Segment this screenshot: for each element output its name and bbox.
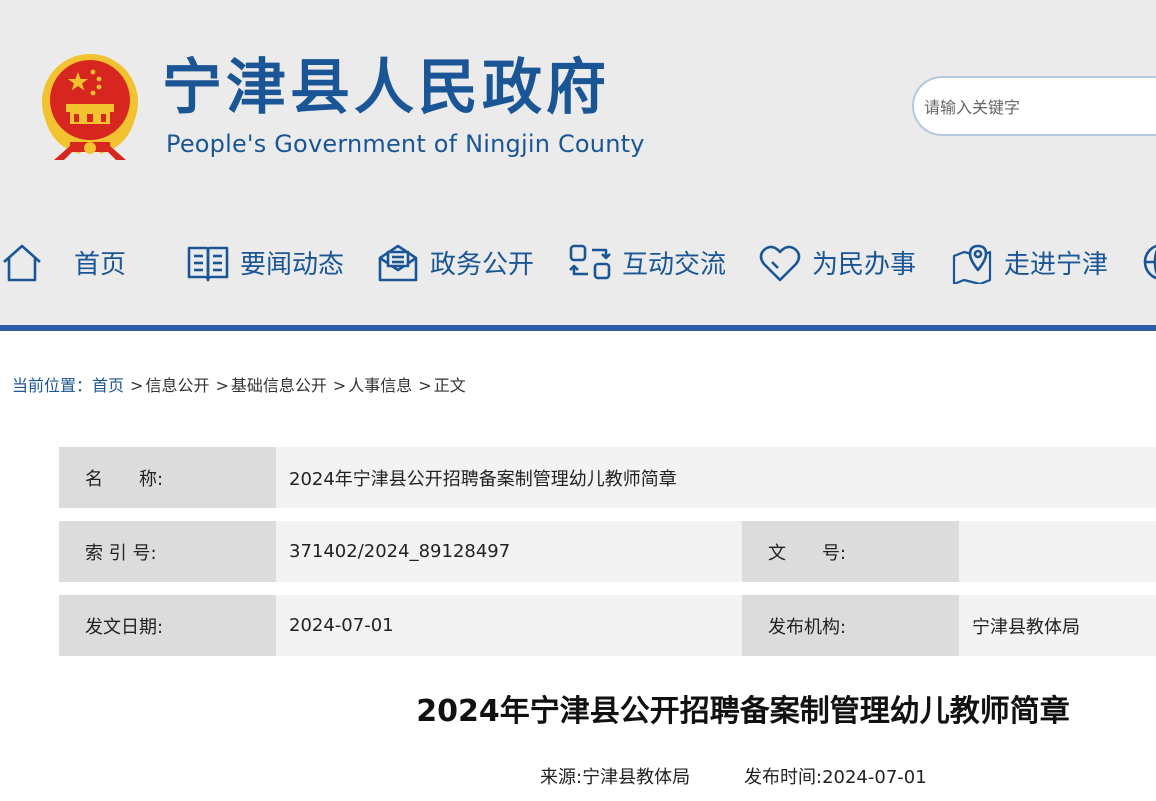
book-icon xyxy=(187,246,229,282)
breadcrumb-separator: > xyxy=(332,376,347,395)
meta-org-value: 宁津县教体局 xyxy=(959,595,1156,656)
nav-label: 互动交流 xyxy=(622,249,727,280)
breadcrumb-current: 正文 xyxy=(433,376,466,395)
envelope-icon xyxy=(378,244,418,282)
meta-org-label: 发布机构: xyxy=(742,595,959,656)
site-title: 宁津县人民政府 xyxy=(162,53,610,123)
breadcrumb-info-open[interactable]: 信息公开 xyxy=(145,376,209,395)
meta-row-index: 索 引 号: 371402/2024_89128497 文 号: xyxy=(59,521,1156,582)
nav-item-services[interactable]: 为民办事 xyxy=(758,230,916,294)
nav-item-more[interactable] xyxy=(1140,230,1156,294)
meta-index-value: 371402/2024_89128497 xyxy=(276,521,742,582)
exchange-icon xyxy=(569,244,611,280)
national-emblem-icon[interactable] xyxy=(40,50,140,162)
breadcrumb-basic-info[interactable]: 基础信息公开 xyxy=(231,376,327,395)
site-subtitle: People's Government of Ningjin County xyxy=(166,130,645,158)
breadcrumb-personnel[interactable]: 人事信息 xyxy=(348,376,412,395)
heart-icon xyxy=(759,245,801,282)
nav-label: 政务公开 xyxy=(430,249,535,280)
globe-icon xyxy=(1143,244,1156,280)
site-header: 宁津县人民政府 People's Government of Ningjin C… xyxy=(0,0,1156,325)
meta-row-date: 发文日期: 2024-07-01 发布机构: 宁津县教体局 xyxy=(59,595,1156,656)
article-publish-time: 发布时间:2024-07-01 xyxy=(744,767,927,788)
nav-label: 要闻动态 xyxy=(240,249,345,280)
home-icon xyxy=(3,244,41,282)
search-input[interactable] xyxy=(922,92,1156,122)
main-nav: 首页 要闻动态 政务公开 互动交流 为民办事 走进宁津 xyxy=(0,230,1156,294)
meta-name-value: 2024年宁津县公开招聘备案制管理幼儿教师简章 xyxy=(276,447,1156,508)
search-box xyxy=(912,76,1156,136)
nav-item-about[interactable]: 走进宁津 xyxy=(950,230,1108,294)
nav-label: 为民办事 xyxy=(812,249,917,280)
breadcrumb-separator: > xyxy=(418,376,432,395)
nav-item-gov-affairs[interactable]: 政务公开 xyxy=(376,230,534,294)
article-source: 来源:宁津县教体局 xyxy=(540,767,691,788)
nav-label: 首页 xyxy=(74,249,127,280)
meta-date-label: 发文日期: xyxy=(59,595,276,656)
breadcrumb-home[interactable]: 首页 xyxy=(92,376,124,395)
breadcrumb-separator: > xyxy=(130,376,144,395)
breadcrumb-separator: > xyxy=(215,376,229,395)
meta-row-name: 名 称: 2024年宁津县公开招聘备案制管理幼儿教师简章 xyxy=(59,447,1156,508)
nav-item-interaction[interactable]: 互动交流 xyxy=(568,230,726,294)
meta-docno-value xyxy=(959,521,1156,582)
breadcrumb-lead: 当前位置： xyxy=(12,376,93,395)
meta-docno-label: 文 号: xyxy=(742,521,959,582)
nav-label: 走进宁津 xyxy=(1004,249,1109,280)
nav-item-news[interactable]: 要闻动态 xyxy=(186,230,344,294)
meta-index-label: 索 引 号: xyxy=(59,521,276,582)
article-title: 2024年宁津县公开招聘备案制管理幼儿教师简章 xyxy=(416,694,1070,729)
nav-item-home[interactable]: 首页 xyxy=(0,230,126,294)
nav-bottom-bar xyxy=(0,325,1156,331)
meta-date-value: 2024-07-01 xyxy=(276,595,742,656)
map-pin-icon xyxy=(952,244,992,284)
breadcrumb: 当前位置：首页 > 信息公开 > 基础信息公开 > 人事信息 > 正文 xyxy=(12,372,466,396)
meta-name-label: 名 称: xyxy=(59,447,276,508)
